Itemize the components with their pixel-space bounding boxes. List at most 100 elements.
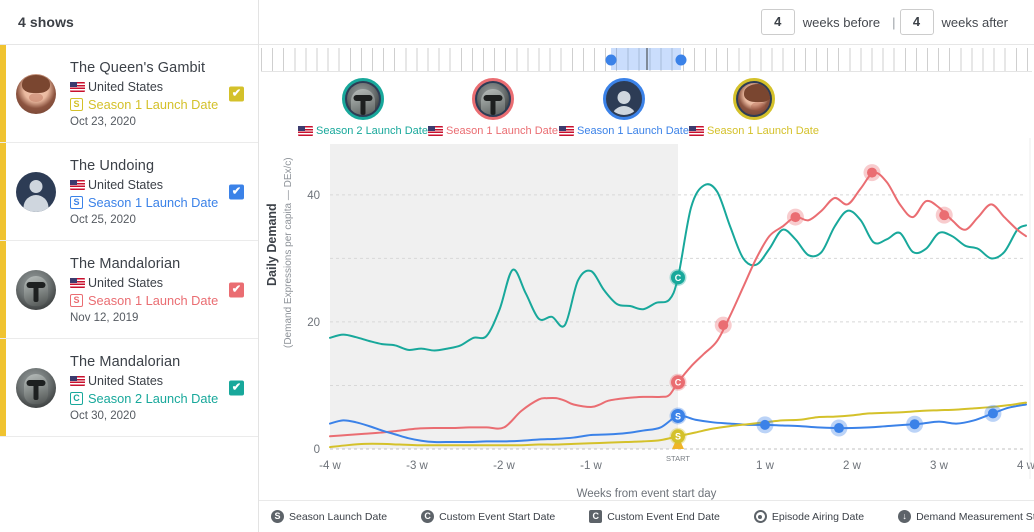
weeks-after-label: weeks after <box>941 14 1008 30</box>
legend-item: Episode Airing Date <box>753 510 865 523</box>
show-checkbox[interactable] <box>229 184 244 199</box>
demand-chart: Daily Demand (Demand Expressions per cap… <box>259 136 1034 532</box>
show-info: The Undoing United States S Season 1 Launch… <box>70 158 224 226</box>
avatar <box>16 171 56 212</box>
us-flag-icon <box>70 81 85 92</box>
weeks-before-label: weeks before <box>802 14 881 30</box>
x-tick-label: -2 w <box>493 460 515 472</box>
show-info: The Mandalorian United States C Season 2 La… <box>70 354 224 422</box>
data-point-marker[interactable] <box>987 408 998 419</box>
legend-label: Episode Airing Date <box>771 510 865 523</box>
y-axis-title: Daily Demand <box>265 203 279 286</box>
avatar <box>16 269 56 310</box>
row-accent-bar <box>0 241 6 338</box>
country-label: United States <box>88 79 164 94</box>
marker-letter: S <box>675 432 681 442</box>
data-point-marker[interactable] <box>760 419 770 430</box>
chart-svg: 0 20 40 -4 w -3 w -2 w -1 w START 1 w 2 w 3 w 4 w C C… <box>307 138 1034 479</box>
event-avatar[interactable]: Season 1 Launch Date <box>669 78 839 137</box>
event-line[interactable]: S Season 1 Launch Date <box>70 97 218 112</box>
event-date: Oct 30, 2020 <box>70 409 136 422</box>
event-type-icon: S <box>70 293 83 307</box>
data-point-marker[interactable] <box>909 419 920 430</box>
show-country: United States <box>70 374 218 388</box>
data-point-marker[interactable] <box>867 167 878 178</box>
event-avatar-ring <box>472 78 514 120</box>
legend-label: Custom Event Start Date <box>439 510 556 523</box>
marker-letter: C <box>675 378 682 388</box>
show-list-item[interactable]: The Mandalorian United States S Season 1 La… <box>0 241 258 339</box>
event-type-icon: S <box>70 97 83 111</box>
weeks-range-control: 4 weeks before | 4 weeks after <box>760 9 1016 35</box>
event-date: Nov 12, 2019 <box>70 311 139 324</box>
event-label: Season 1 Launch Date <box>88 292 219 308</box>
y-tick-label: 20 <box>307 317 320 329</box>
legend-item: C Custom Event End Date <box>589 510 720 523</box>
x-tick-label: 3 w <box>930 460 949 472</box>
show-info: The Mandalorian United States S Season 1 La… <box>70 256 224 324</box>
avatar <box>16 73 56 114</box>
main-panel: 4 weeks before | 4 weeks after Season 2 … <box>259 0 1034 532</box>
weeks-before-input[interactable]: 4 <box>760 9 795 35</box>
y-axis-subtitle: (Demand Expressions per capita — DEx/c) <box>283 157 294 348</box>
legend-item: C Custom Event Start Date <box>421 510 555 523</box>
show-list-item[interactable]: The Queen's Gambit United States S Season 1… <box>0 45 258 143</box>
event-date: Oct 25, 2020 <box>70 213 136 226</box>
legend-square-icon: C <box>589 510 603 523</box>
show-title: The Queen's Gambit <box>70 59 206 76</box>
event-avatar-ring <box>342 78 384 120</box>
sidebar-header: 4 shows <box>0 0 258 45</box>
show-list-item[interactable]: The Undoing United States S Season 1 Launch… <box>0 143 258 241</box>
start-tick-label: START <box>666 454 690 463</box>
marker-letter: S <box>675 411 681 421</box>
y-tick-label: 40 <box>307 190 320 202</box>
row-accent-bar <box>0 339 6 436</box>
shows-sidebar: 4 shows The Queen's Gambit United States S… <box>0 0 259 532</box>
event-avatar-row: Season 2 Launch Date Season 1 Launch Date… <box>259 72 1034 138</box>
show-title: The Undoing <box>70 157 155 174</box>
event-label: Season 1 Launch Date <box>88 96 219 112</box>
event-line[interactable]: S Season 1 Launch Date <box>70 195 218 210</box>
shows-count-label: 4 shows <box>18 14 74 30</box>
country-label: United States <box>88 177 164 192</box>
x-tick-label: 1 w <box>756 460 775 472</box>
avatar <box>16 367 56 408</box>
data-point-marker[interactable] <box>718 320 729 331</box>
legend-circle-icon: S <box>271 510 284 523</box>
event-line[interactable]: C Season 2 Launch Date <box>70 391 218 406</box>
chart-legend: S Season Launch Date C Custom Event Start D… <box>259 500 1034 532</box>
show-country: United States <box>70 276 218 290</box>
weeks-after-input[interactable]: 4 <box>899 9 934 35</box>
x-tick-label: -1 w <box>580 460 602 472</box>
range-handle-right[interactable] <box>675 54 687 65</box>
show-list: The Queen's Gambit United States S Season 1… <box>0 45 258 437</box>
show-country: United States <box>70 178 218 192</box>
x-tick-label: 2 w <box>843 460 862 472</box>
row-accent-bar <box>0 143 6 240</box>
show-list-item[interactable]: The Mandalorian United States C Season 2 La… <box>0 339 258 437</box>
legend-item: ↓ Demand Measurement Started <box>898 510 1034 523</box>
event-type-icon: S <box>70 195 83 209</box>
range-handle-left[interactable] <box>605 54 617 65</box>
event-line[interactable]: S Season 1 Launch Date <box>70 293 218 308</box>
x-tick-label: -4 w <box>319 460 341 472</box>
show-checkbox[interactable] <box>229 380 244 395</box>
show-checkbox[interactable] <box>229 282 244 297</box>
show-checkbox[interactable] <box>229 86 244 101</box>
data-point-marker[interactable] <box>790 212 801 223</box>
timeline-range-slider[interactable] <box>261 48 1032 72</box>
show-title: The Mandalorian <box>70 353 181 370</box>
legend-label: Demand Measurement Started <box>916 510 1034 523</box>
data-point-marker[interactable] <box>833 423 844 434</box>
event-date: Oct 23, 2020 <box>70 115 136 128</box>
us-flag-icon <box>559 126 575 136</box>
x-tick-label: -3 w <box>406 460 428 472</box>
show-title: The Mandalorian <box>70 255 181 272</box>
legend-ring-icon <box>753 510 767 523</box>
us-flag-icon <box>70 375 85 386</box>
show-info: The Queen's Gambit United States S Season 1… <box>70 60 224 128</box>
range-selection[interactable] <box>611 48 681 70</box>
data-point-marker[interactable] <box>939 210 950 221</box>
us-flag-icon <box>689 126 705 136</box>
us-flag-icon <box>298 126 314 136</box>
